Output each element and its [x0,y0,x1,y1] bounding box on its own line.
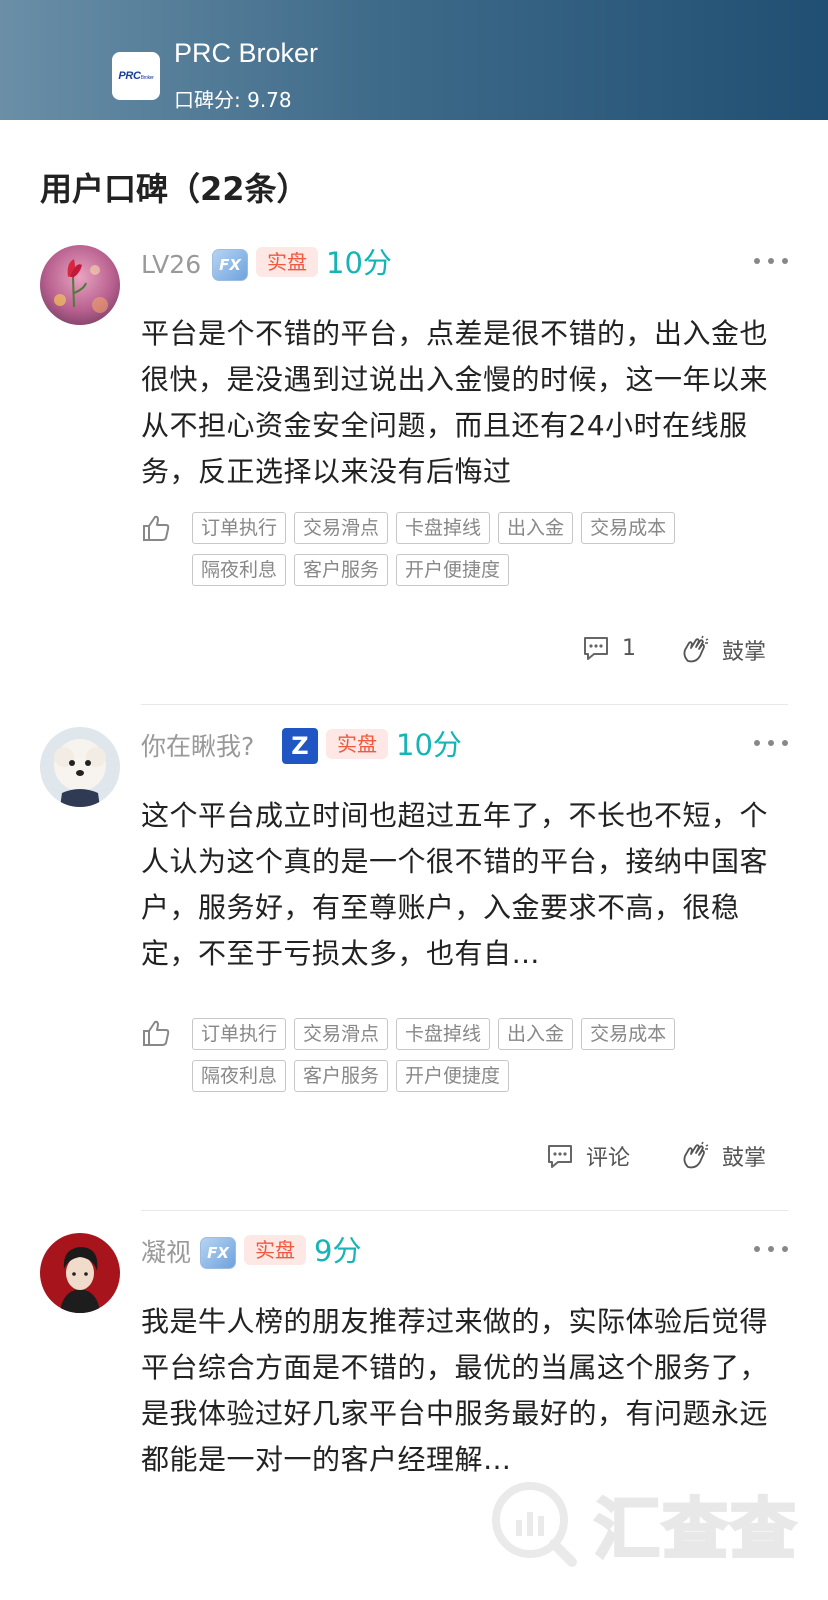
more-options-icon[interactable] [754,1246,788,1254]
review-score: 10分 [396,728,462,762]
rating-tag[interactable]: 客户服务 [294,554,389,586]
rating-tag[interactable]: 隔夜利息 [192,1060,287,1092]
username[interactable]: LV26 [141,250,201,280]
more-options-icon[interactable] [754,740,788,748]
rating-tag[interactable]: 交易滑点 [294,512,389,544]
comment-count: 1 [622,635,636,661]
comment-button[interactable]: 评论 [546,1140,630,1172]
review-score: 10分 [326,246,392,280]
rating-tag[interactable]: 交易成本 [581,512,676,544]
thumbs-up-icon[interactable] [141,1018,171,1048]
fx-platform-icon: FX [212,249,248,281]
rating-tag[interactable]: 出入金 [498,1018,574,1050]
comment-icon [584,637,608,660]
review-content[interactable]: 平台是个不错的平台，点差是很不错的，出入金也很快，是没遇到过说出入金慢的时候，这… [141,311,791,495]
avatar[interactable] [40,727,120,807]
divider [141,704,788,705]
applause-button[interactable]: 鼓掌 [680,634,766,666]
fx-platform-icon: FX [200,1237,236,1269]
comment-label: 评论 [586,1146,631,1171]
rating-tag[interactable]: 订单执行 [192,512,287,544]
review-content[interactable]: 这个平台成立时间也超过五年了，不长也不短，个人认为这个真的是一个很不错的平台，接… [141,793,791,977]
divider [141,1210,788,1211]
rating-tag[interactable]: 隔夜利息 [192,554,287,586]
clap-icon [683,635,709,663]
username[interactable]: 你在瞅我? [141,732,254,762]
comment-icon [548,1145,572,1168]
applause-button[interactable]: 鼓掌 [680,1140,766,1172]
rating-tag[interactable]: 交易滑点 [294,1018,389,1050]
rating-tag[interactable]: 客户服务 [294,1060,389,1092]
broker-header: PRCBroker PRC Broker 口碑分: 9.78 [0,0,828,120]
rating-tag[interactable]: 交易成本 [581,1018,676,1050]
rating-tag[interactable]: 订单执行 [192,1018,287,1050]
review-content[interactable]: 我是牛人榜的朋友推荐过来做的，实际体验后觉得平台综合方面是不错的，最优的当属这个… [141,1299,791,1483]
thumbs-up-icon[interactable] [141,513,171,543]
tag-list: 订单执行 交易滑点 卡盘掉线 出入金 交易成本 隔夜利息 客户服务 开户便捷度 [192,1018,752,1092]
broker-name: PRC Broker [174,38,319,68]
username[interactable]: 凝视 [141,1238,191,1268]
rating-tag[interactable]: 出入金 [498,512,574,544]
applause-label: 鼓掌 [722,1146,767,1171]
avatar[interactable] [40,245,120,325]
broker-score: 口碑分: 9.78 [174,88,292,112]
comment-button[interactable]: 1 [582,634,636,662]
watermark: 汇查查 [486,1472,826,1576]
watermark-text: 汇查查 [593,1490,798,1570]
rating-tag[interactable]: 开户便捷度 [396,554,510,586]
chart-search-icon [492,1482,577,1567]
tag-list: 订单执行 交易滑点 卡盘掉线 出入金 交易成本 隔夜利息 客户服务 开户便捷度 [192,512,752,586]
section-title: 用户口碑（22条） [40,170,309,208]
rating-tag[interactable]: 开户便捷度 [396,1060,510,1092]
logo-text: PRCBroker [118,70,154,82]
rating-tag[interactable]: 卡盘掉线 [396,1018,491,1050]
real-account-tag: 实盘 [244,1235,306,1265]
z-platform-icon: Z [282,728,318,764]
rating-tag[interactable]: 卡盘掉线 [396,512,491,544]
clap-icon [683,1141,709,1169]
applause-label: 鼓掌 [722,640,767,665]
review-score: 9分 [314,1234,362,1268]
real-account-tag: 实盘 [256,247,318,277]
broker-logo[interactable]: PRCBroker [112,52,160,100]
real-account-tag: 实盘 [326,729,388,759]
more-options-icon[interactable] [754,258,788,266]
avatar[interactable] [40,1233,120,1313]
